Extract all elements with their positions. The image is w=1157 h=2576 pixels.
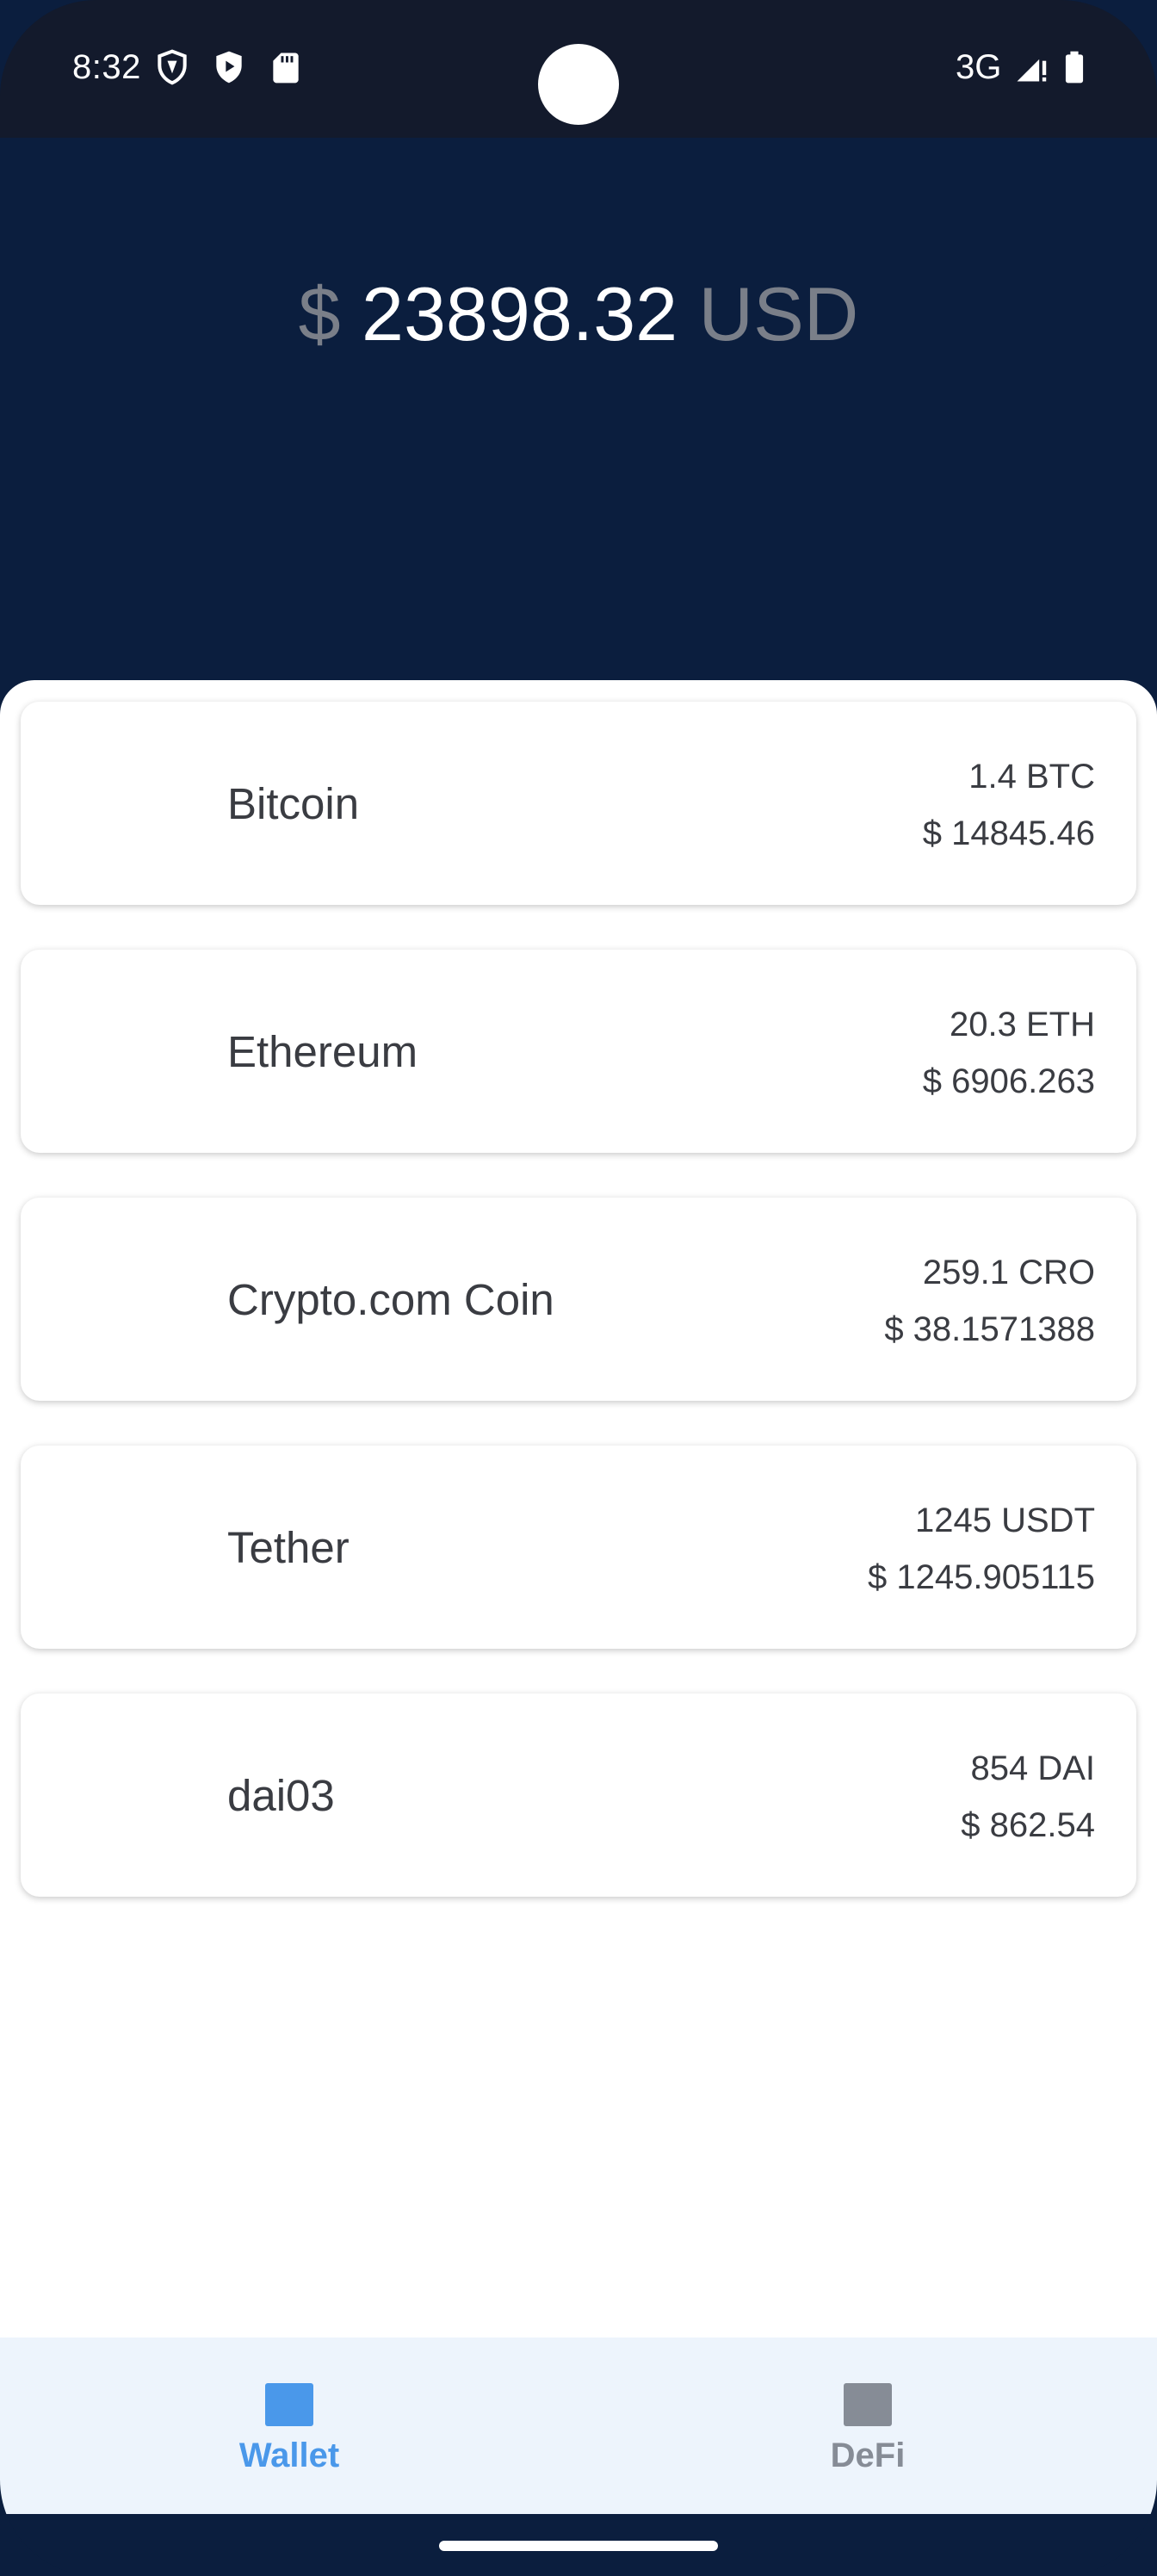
- network-type: 3G: [956, 48, 1002, 86]
- asset-card-bitcoin[interactable]: Bitcoin 1.4 BTC $ 14845.46: [21, 702, 1136, 905]
- asset-quantity: 1.4 BTC: [968, 758, 1095, 796]
- asset-name: Bitcoin: [227, 779, 360, 828]
- asset-card-tether[interactable]: Tether 1245 USDT $ 1245.905115: [21, 1446, 1136, 1649]
- currency-code: USD: [698, 271, 859, 356]
- currency-symbol: $: [298, 271, 341, 356]
- total-amount: 23898.32: [362, 271, 678, 356]
- defi-icon: [844, 2383, 892, 2426]
- asset-name: dai03: [227, 1771, 335, 1820]
- status-time: 8:32: [72, 48, 141, 86]
- asset-value: $ 862.54: [961, 1806, 1095, 1844]
- bottom-navigation: Wallet DeFi: [0, 2338, 1157, 2514]
- asset-card-crypto-com-coin[interactable]: Crypto.com Coin 259.1 CRO $ 38.1571388: [21, 1198, 1136, 1401]
- play-protect-icon: [216, 51, 242, 84]
- asset-list: Bitcoin 1.4 BTC $ 14845.46 Ethereum 20.3…: [0, 680, 1157, 2338]
- phone-screen: 8:32 3G $ 23898.32 USD Bitcoin 1.4 BTC $…: [0, 0, 1157, 2576]
- asset-value: $ 38.1571388: [884, 1310, 1095, 1348]
- nav-label-wallet: Wallet: [238, 2437, 340, 2474]
- asset-card-ethereum[interactable]: Ethereum 20.3 ETH $ 6906.263: [21, 950, 1136, 1153]
- asset-name: Ethereum: [227, 1027, 418, 1076]
- asset-quantity: 259.1 CRO: [922, 1254, 1095, 1291]
- battery-icon: [1065, 51, 1084, 84]
- asset-quantity: 854 DAI: [970, 1749, 1095, 1787]
- balance-header: $ 23898.32 USD: [0, 138, 1157, 689]
- status-bar: 8:32 3G: [0, 0, 1157, 138]
- signal-icon: [1017, 59, 1047, 82]
- nav-label-defi: DeFi: [830, 2437, 906, 2474]
- total-balance: $ 23898.32 USD: [0, 271, 1157, 357]
- asset-quantity: 1245 USDT: [915, 1502, 1095, 1539]
- front-camera: [538, 44, 619, 125]
- nav-tab-defi[interactable]: DeFi: [578, 2338, 1157, 2514]
- vpn-shield-icon: [158, 49, 187, 85]
- asset-name: Tether: [227, 1523, 350, 1572]
- nav-tab-wallet[interactable]: Wallet: [0, 2338, 578, 2514]
- sd-card-icon: [273, 53, 299, 84]
- asset-value: $ 6906.263: [922, 1062, 1095, 1100]
- home-indicator[interactable]: [439, 2541, 718, 2551]
- asset-card-dai03[interactable]: dai03 854 DAI $ 862.54: [21, 1694, 1136, 1897]
- asset-name: Crypto.com Coin: [227, 1275, 554, 1324]
- wallet-icon: [265, 2383, 313, 2426]
- asset-value: $ 14845.46: [922, 814, 1095, 852]
- asset-value: $ 1245.905115: [868, 1558, 1095, 1596]
- asset-quantity: 20.3 ETH: [950, 1006, 1095, 1043]
